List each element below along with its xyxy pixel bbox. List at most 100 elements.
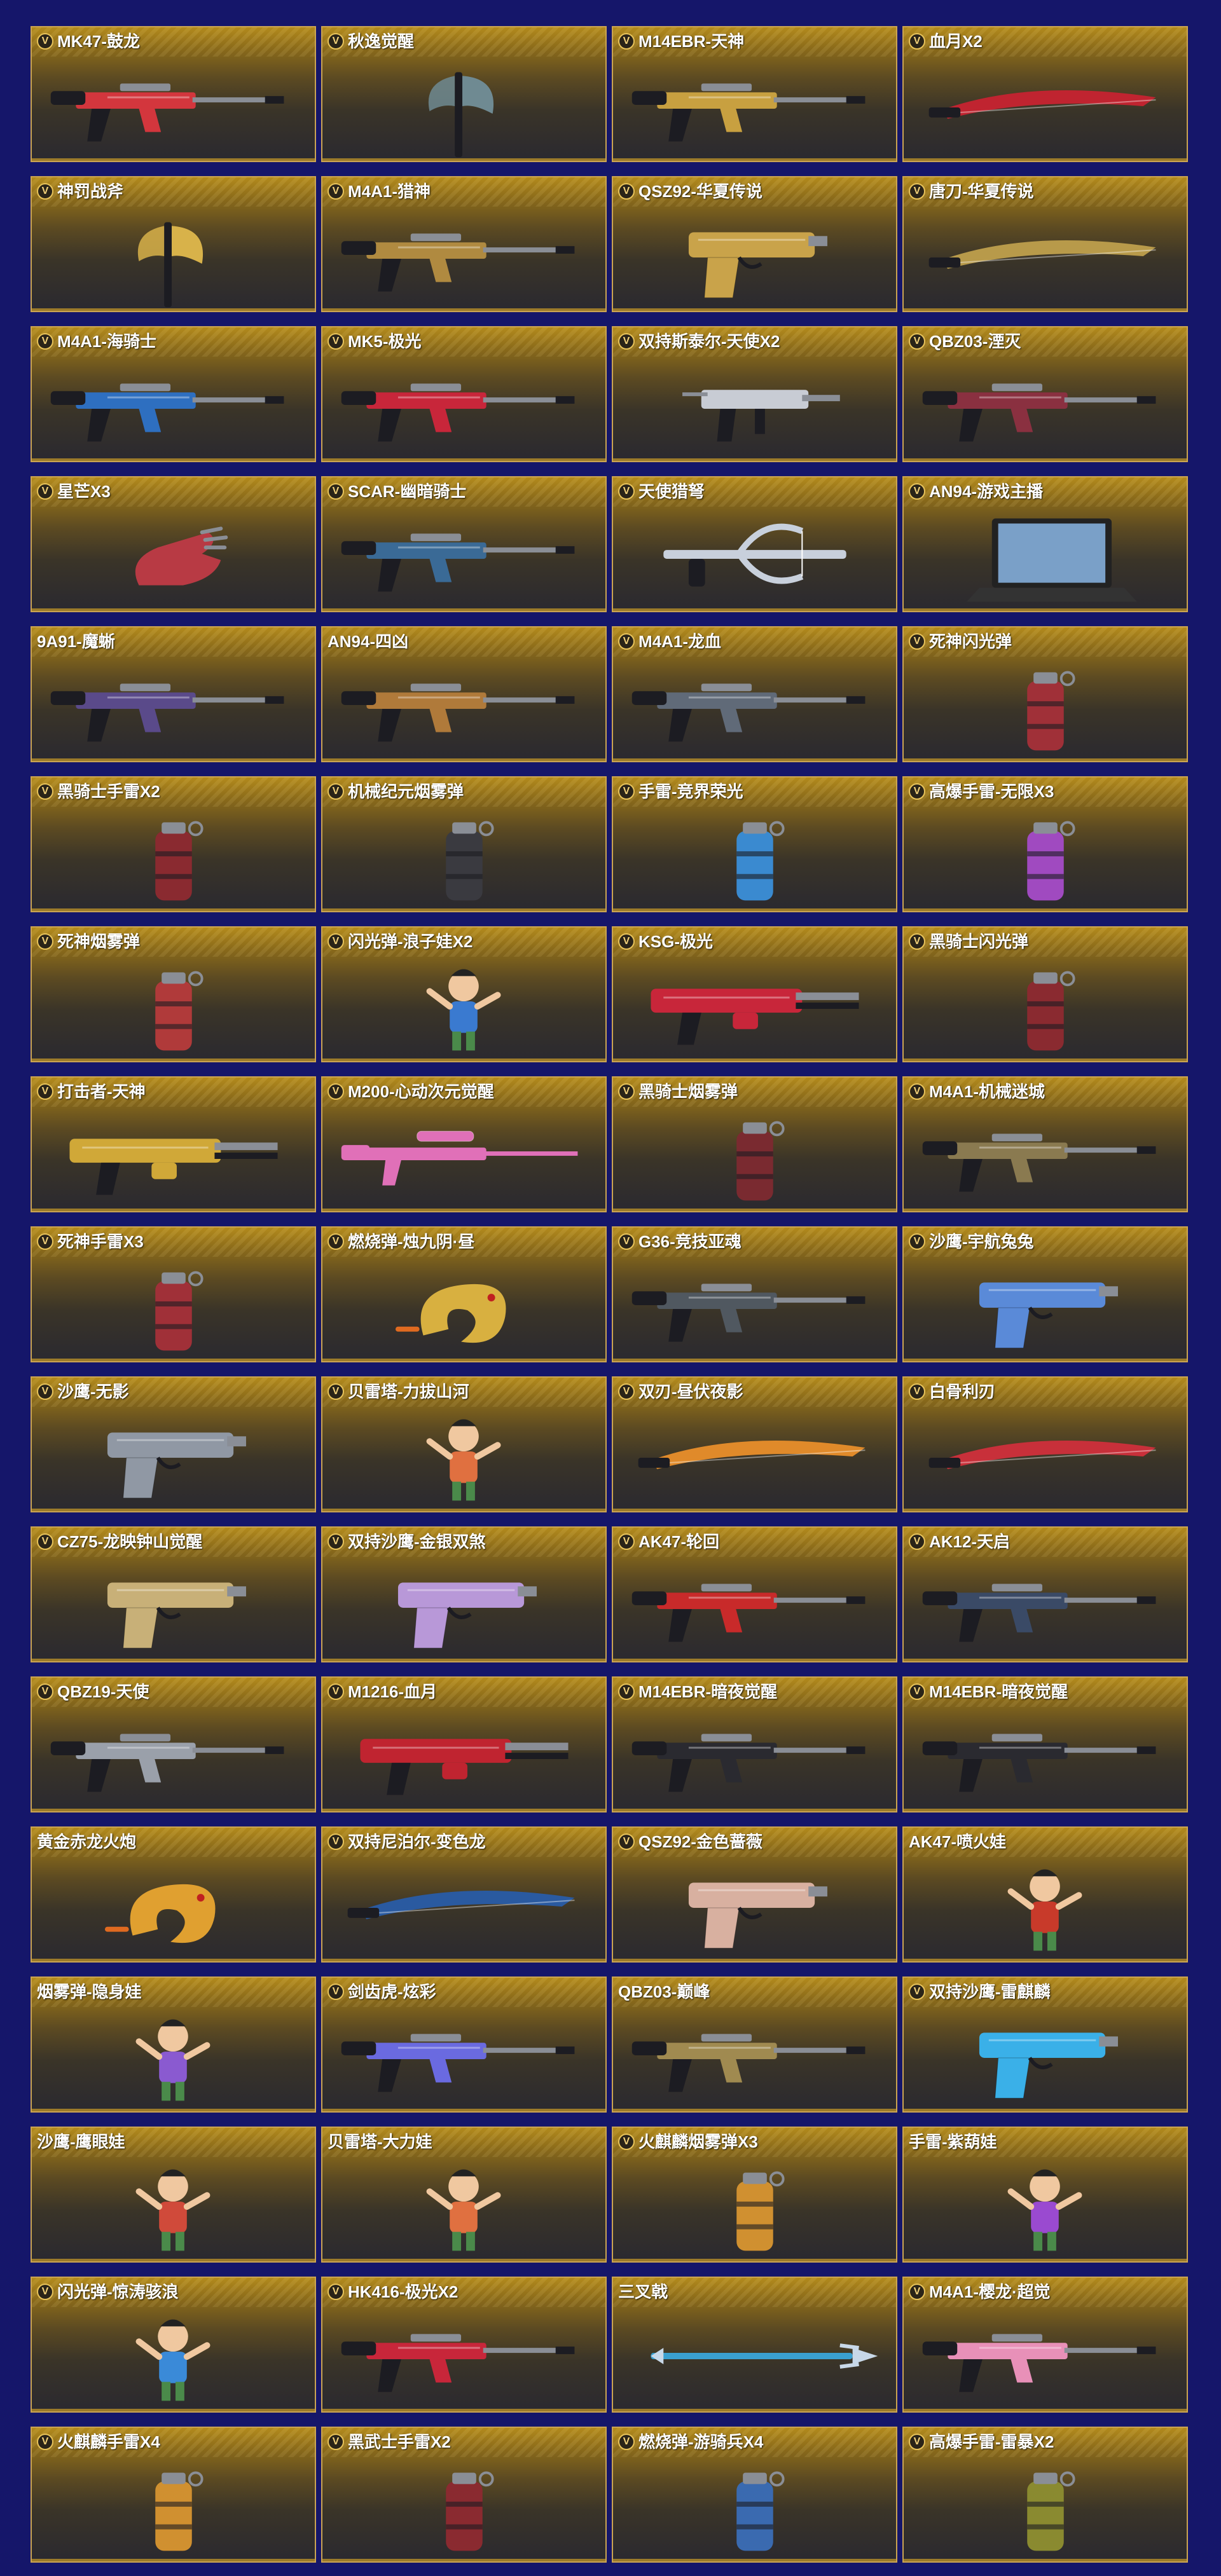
item-card[interactable]: V 机械纪元烟雾弹 bbox=[321, 776, 607, 912]
item-card[interactable]: V 死神手雷X3 bbox=[31, 1226, 316, 1362]
item-card[interactable]: V 双刃-昼伏夜影 bbox=[612, 1376, 897, 1512]
item-card[interactable]: V 火麒麟手雷X4 bbox=[31, 2427, 316, 2563]
item-card[interactable]: V 贝雷塔-力拔山河 bbox=[321, 1376, 607, 1512]
item-card[interactable]: V QBZ03-湮灭 bbox=[902, 326, 1188, 462]
item-card[interactable]: V KSG-极光 bbox=[612, 926, 897, 1062]
item-title: V 剑齿虎-炫彩 bbox=[328, 1982, 436, 2001]
item-card[interactable]: V SCAR-幽暗骑士 bbox=[321, 476, 607, 612]
item-card[interactable]: V M4A1-猎神 bbox=[321, 176, 607, 312]
item-card[interactable]: V 闪光弹-浪子娃X2 bbox=[321, 926, 607, 1062]
item-card[interactable]: 9A91-魔蜥 bbox=[31, 626, 316, 762]
vip-badge-icon: V bbox=[37, 783, 53, 800]
item-card[interactable]: V M4A1-樱龙·超觉 bbox=[902, 2277, 1188, 2413]
grenade-icon bbox=[32, 1253, 315, 1361]
item-card[interactable]: 沙鹰-鹰眼娃 bbox=[31, 2127, 316, 2263]
item-title: V 火麒麟烟雾弹X3 bbox=[618, 2132, 758, 2151]
item-card[interactable]: V 黑骑士手雷X2 bbox=[31, 776, 316, 912]
rifle-icon bbox=[322, 353, 605, 461]
item-card[interactable]: V 双持尼泊尔-变色龙 bbox=[321, 1826, 607, 1963]
item-card[interactable]: 三叉戟 bbox=[612, 2277, 897, 2413]
item-card[interactable]: V HK416-极光X2 bbox=[321, 2277, 607, 2413]
item-card[interactable]: V QSZ92-华夏传说 bbox=[612, 176, 897, 312]
item-card[interactable]: 烟雾弹-隐身娃 bbox=[31, 1977, 316, 2113]
character-icon bbox=[904, 1853, 1187, 1961]
item-card[interactable]: V 唐刀-华夏传说 bbox=[902, 176, 1188, 312]
item-name: M4A1-猎神 bbox=[348, 182, 431, 201]
item-card[interactable]: AK47-喷火娃 bbox=[902, 1826, 1188, 1963]
item-card[interactable]: V 高爆手雷-无限X3 bbox=[902, 776, 1188, 912]
item-card[interactable]: V 高爆手雷-雷暴X2 bbox=[902, 2427, 1188, 2563]
item-card[interactable]: 手雷-紫葫娃 bbox=[902, 2127, 1188, 2263]
rifle-icon bbox=[613, 53, 896, 161]
spear-icon bbox=[613, 2303, 896, 2411]
item-card[interactable]: V AN94-游戏主播 bbox=[902, 476, 1188, 612]
item-card[interactable]: V 打击者-天神 bbox=[31, 1076, 316, 1212]
item-card[interactable]: V M4A1-龙血 bbox=[612, 626, 897, 762]
pistol-icon bbox=[32, 1553, 315, 1661]
item-card[interactable]: V QBZ19-天使 bbox=[31, 1676, 316, 1812]
item-card[interactable]: V 死神烟雾弹 bbox=[31, 926, 316, 1062]
item-card[interactable]: V MK5-极光 bbox=[321, 326, 607, 462]
item-card[interactable]: V MK47-鼓龙 bbox=[31, 26, 316, 162]
item-card[interactable]: V 神罚战斧 bbox=[31, 176, 316, 312]
item-card[interactable]: V CZ75-龙映钟山觉醒 bbox=[31, 1526, 316, 1662]
item-card[interactable]: V G36-竞技亚魂 bbox=[612, 1226, 897, 1362]
item-card[interactable]: V 剑齿虎-炫彩 bbox=[321, 1977, 607, 2113]
vip-badge-icon: V bbox=[328, 33, 344, 50]
pistol-icon bbox=[32, 1403, 315, 1511]
item-card[interactable]: V 黑骑士闪光弹 bbox=[902, 926, 1188, 1062]
item-card[interactable]: V 黑武士手雷X2 bbox=[321, 2427, 607, 2563]
vip-badge-icon: V bbox=[618, 1233, 635, 1250]
item-name: 高爆手雷-雷暴X2 bbox=[929, 2432, 1054, 2451]
item-card[interactable]: V 沙鹰-宇航兔兔 bbox=[902, 1226, 1188, 1362]
item-title: V 血月X2 bbox=[909, 32, 983, 51]
item-card[interactable]: V M14EBR-暗夜觉醒 bbox=[612, 1676, 897, 1812]
item-card[interactable]: V 沙鹰-无影 bbox=[31, 1376, 316, 1512]
item-card[interactable]: QBZ03-巅峰 bbox=[612, 1977, 897, 2113]
item-card[interactable]: V 白骨利刃 bbox=[902, 1376, 1188, 1512]
item-card[interactable]: V 死神闪光弹 bbox=[902, 626, 1188, 762]
item-card[interactable]: V 燃烧弹-烛九阴·昼 bbox=[321, 1226, 607, 1362]
item-card[interactable]: V M1216-血月 bbox=[321, 1676, 607, 1812]
rifle-icon bbox=[613, 1703, 896, 1811]
blade-icon bbox=[904, 53, 1187, 161]
item-card[interactable]: V 双持斯泰尔-天使X2 bbox=[612, 326, 897, 462]
item-card[interactable]: V 火麒麟烟雾弹X3 bbox=[612, 2127, 897, 2263]
item-card[interactable]: V 血月X2 bbox=[902, 26, 1188, 162]
item-card[interactable]: V 闪光弹-惊涛骇浪 bbox=[31, 2277, 316, 2413]
item-card[interactable]: V 燃烧弹-游骑兵X4 bbox=[612, 2427, 897, 2563]
item-name: M4A1-机械迷城 bbox=[929, 1082, 1045, 1101]
item-card[interactable]: V M4A1-海骑士 bbox=[31, 326, 316, 462]
character-icon bbox=[322, 1403, 605, 1511]
item-card[interactable]: V AK47-轮回 bbox=[612, 1526, 897, 1662]
item-title: V 闪光弹-惊涛骇浪 bbox=[37, 2282, 179, 2301]
item-card[interactable]: V 秋逸觉醒 bbox=[321, 26, 607, 162]
item-card[interactable]: V M14EBR-天神 bbox=[612, 26, 897, 162]
item-card[interactable]: V M200-心动次元觉醒 bbox=[321, 1076, 607, 1212]
item-name: 沙鹰-无影 bbox=[57, 1382, 129, 1401]
item-name: 手雷-竞界荣光 bbox=[638, 782, 743, 801]
item-card[interactable]: V 天使猎弩 bbox=[612, 476, 897, 612]
rifle-icon bbox=[322, 2003, 605, 2111]
grenade-icon bbox=[32, 953, 315, 1061]
item-name: 黑骑士烟雾弹 bbox=[638, 1082, 738, 1101]
item-card[interactable]: V AK12-天启 bbox=[902, 1526, 1188, 1662]
item-title: V 双持沙鹰-金银双煞 bbox=[328, 1532, 486, 1551]
laptop-icon bbox=[904, 503, 1187, 611]
item-card[interactable]: V 手雷-竞界荣光 bbox=[612, 776, 897, 912]
item-name: 双持沙鹰-雷麒麟 bbox=[929, 1982, 1051, 2001]
item-card[interactable]: 贝雷塔-大力娃 bbox=[321, 2127, 607, 2263]
item-card[interactable]: AN94-四凶 bbox=[321, 626, 607, 762]
item-card[interactable]: V 双持沙鹰-雷麒麟 bbox=[902, 1977, 1188, 2113]
vip-badge-icon: V bbox=[328, 1683, 344, 1700]
item-card[interactable]: V M14EBR-暗夜觉醒 bbox=[902, 1676, 1188, 1812]
item-card[interactable]: V 星芒X3 bbox=[31, 476, 316, 612]
item-card[interactable]: V QSZ92-金色蔷薇 bbox=[612, 1826, 897, 1963]
item-card[interactable]: 黄金赤龙火炮 bbox=[31, 1826, 316, 1963]
item-card[interactable]: V 双持沙鹰-金银双煞 bbox=[321, 1526, 607, 1662]
vip-badge-icon: V bbox=[618, 1533, 635, 1550]
vip-badge-icon: V bbox=[37, 483, 53, 500]
item-card[interactable]: V M4A1-机械迷城 bbox=[902, 1076, 1188, 1212]
item-name: 手雷-紫葫娃 bbox=[909, 2132, 997, 2151]
item-card[interactable]: V 黑骑士烟雾弹 bbox=[612, 1076, 897, 1212]
